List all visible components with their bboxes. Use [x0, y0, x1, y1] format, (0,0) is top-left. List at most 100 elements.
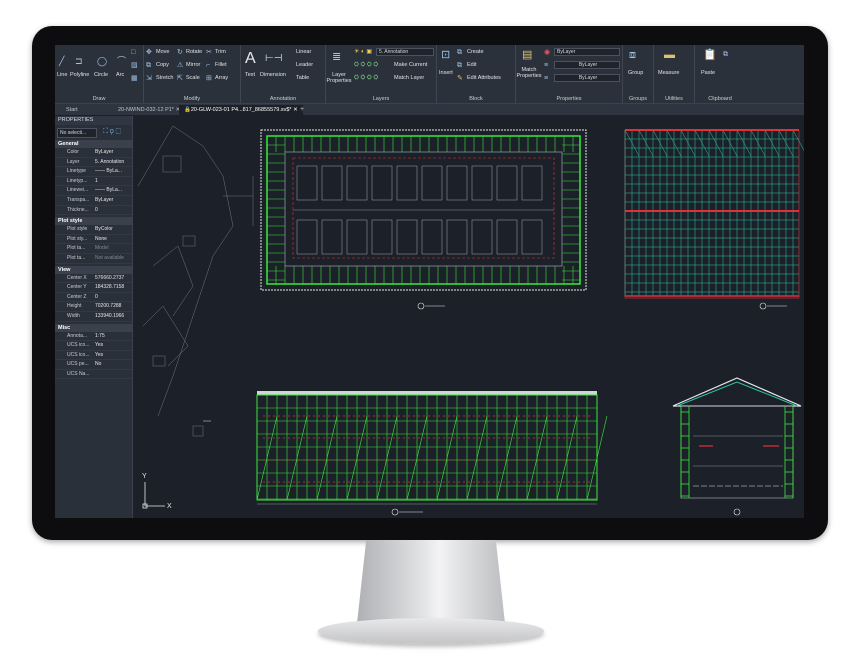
- copy-clip-icon[interactable]: ⧉: [723, 50, 728, 59]
- text-icon[interactable]: A: [245, 51, 256, 67]
- insert-icon[interactable]: ⊡: [441, 50, 450, 61]
- property-value[interactable]: Yes: [95, 351, 131, 360]
- polyline-button[interactable]: Polyline: [70, 72, 89, 78]
- tab-start[interactable]: Start: [61, 105, 83, 115]
- layer-tools-icons-2[interactable]: ⛭ ⛭ ⛭ ⛭: [354, 74, 378, 83]
- property-row[interactable]: Plot style ByColor: [55, 225, 132, 235]
- properties-section-header[interactable]: View: [55, 265, 132, 274]
- rectangle-icon[interactable]: □: [131, 48, 135, 57]
- text-button[interactable]: Text: [245, 72, 255, 78]
- arc-button[interactable]: Arc: [116, 72, 124, 78]
- property-value[interactable]: No: [95, 360, 131, 369]
- modify-panel-title[interactable]: Modify: [144, 96, 240, 102]
- mirror-button[interactable]: Mirror: [186, 62, 200, 68]
- rotate-button[interactable]: Rotate: [186, 49, 202, 55]
- property-row[interactable]: UCS Na...: [55, 370, 132, 380]
- group-icon[interactable]: ⧈: [629, 50, 636, 61]
- properties-section-header[interactable]: Plot style: [55, 217, 132, 226]
- circle-button[interactable]: Circle: [94, 72, 108, 78]
- property-value[interactable]: Yes: [95, 341, 131, 350]
- paste-icon[interactable]: 📋: [703, 50, 717, 61]
- property-row[interactable]: UCS ico... Yes: [55, 341, 132, 351]
- dimension-button[interactable]: Dimension: [260, 72, 286, 78]
- property-value[interactable]: None: [95, 235, 131, 244]
- drawing-canvas[interactable]: Y X: [133, 116, 804, 518]
- layer-properties-label[interactable]: Layer Properties: [326, 72, 352, 84]
- property-row[interactable]: Plot ta... Model: [55, 244, 132, 254]
- property-row[interactable]: Color ByLayer: [55, 148, 132, 158]
- property-value[interactable]: [95, 370, 131, 379]
- leader-button[interactable]: Leader: [296, 62, 313, 68]
- property-row[interactable]: Center Z 0: [55, 293, 132, 303]
- groups-panel-title[interactable]: Groups: [623, 96, 653, 102]
- paste-button[interactable]: Paste: [701, 70, 715, 76]
- property-row[interactable]: Layer 5. Annotation: [55, 158, 132, 168]
- line-button[interactable]: Line: [57, 72, 67, 78]
- property-row[interactable]: Linewei... —— ByLa...: [55, 186, 132, 196]
- properties-section-header[interactable]: Misc: [55, 323, 132, 332]
- properties-ribbon-panel-title[interactable]: Properties: [516, 96, 622, 102]
- trim-button[interactable]: Trim: [215, 49, 226, 55]
- annotation-panel-title[interactable]: Annotation: [241, 96, 325, 102]
- cad-drawing[interactable]: Y X: [133, 116, 804, 518]
- property-row[interactable]: Width 133940.1966: [55, 312, 132, 322]
- property-row[interactable]: Height 70200.7288: [55, 302, 132, 312]
- property-value[interactable]: ByLayer: [95, 196, 131, 205]
- utilities-panel-title[interactable]: Utilities: [654, 96, 694, 102]
- clipboard-panel-title[interactable]: Clipboard: [695, 96, 745, 102]
- property-row[interactable]: Thickne... 0: [55, 206, 132, 216]
- tab-drawing-1[interactable]: 20-NWIND-032-12 P1* ✕: [113, 105, 185, 115]
- edit-attributes-button[interactable]: Edit Attributes: [467, 75, 501, 81]
- layer-tools-icons[interactable]: ⛭ ⛭ ⛭ ⛭: [354, 61, 378, 70]
- circle-icon[interactable]: ◯: [97, 57, 107, 66]
- table-button[interactable]: Table: [296, 75, 309, 81]
- match-properties-icon[interactable]: ▤: [522, 50, 532, 61]
- property-value[interactable]: 0: [95, 293, 131, 302]
- layer-combo[interactable]: 5. Annotation: [376, 48, 434, 56]
- property-value[interactable]: 1:75: [95, 332, 131, 341]
- property-row[interactable]: UCS pe... No: [55, 360, 132, 370]
- edit-block-button[interactable]: Edit: [467, 62, 476, 68]
- property-row[interactable]: Annota... 1:75: [55, 332, 132, 342]
- property-value[interactable]: Model: [95, 244, 131, 253]
- measure-button[interactable]: Measure: [658, 70, 679, 76]
- property-row[interactable]: Center X 576660.2737: [55, 274, 132, 284]
- property-value[interactable]: 576660.2737: [95, 274, 131, 283]
- fillet-button[interactable]: Fillet: [215, 62, 227, 68]
- property-value[interactable]: 184328.7158: [95, 283, 131, 292]
- layer-properties-icon[interactable]: ≣: [332, 52, 341, 63]
- property-value[interactable]: 5. Annotation: [95, 158, 131, 167]
- hatch-icon[interactable]: ▨: [131, 61, 138, 70]
- arc-icon[interactable]: ⌒: [117, 57, 126, 66]
- property-value[interactable]: ByLayer: [95, 148, 131, 157]
- properties-section-header[interactable]: General: [55, 140, 132, 148]
- property-value[interactable]: 133940.1966: [95, 312, 131, 321]
- group-button[interactable]: Group: [628, 70, 643, 76]
- property-value[interactable]: 0: [95, 206, 131, 215]
- property-value[interactable]: Not available: [95, 254, 131, 263]
- property-row[interactable]: Linetype —— ByLa...: [55, 167, 132, 177]
- insert-button[interactable]: Insert: [439, 70, 453, 76]
- lineweight-combo[interactable]: ByLayer: [554, 74, 620, 82]
- linear-button[interactable]: Linear: [296, 49, 311, 55]
- make-current-button[interactable]: Make Current: [394, 62, 427, 68]
- create-block-button[interactable]: Create: [467, 49, 484, 55]
- property-row[interactable]: Center Y 184328.7158: [55, 283, 132, 293]
- property-value[interactable]: —— ByLa...: [95, 167, 131, 176]
- measure-icon[interactable]: ▬: [664, 50, 675, 61]
- draw-panel-title[interactable]: Draw: [55, 96, 143, 102]
- new-tab-button[interactable]: +: [295, 105, 309, 115]
- property-row[interactable]: Transpa... ByLayer: [55, 196, 132, 206]
- linetype-combo[interactable]: ByLayer: [554, 61, 620, 69]
- property-row[interactable]: Plot sty... None: [55, 235, 132, 245]
- property-row[interactable]: Plot ta... Not available: [55, 254, 132, 264]
- stretch-button[interactable]: Stretch: [156, 75, 173, 81]
- property-row[interactable]: Linetyp... 1: [55, 177, 132, 187]
- scale-button[interactable]: Scale: [186, 75, 200, 81]
- block-panel-title[interactable]: Block: [437, 96, 515, 102]
- array-button[interactable]: Array: [215, 75, 228, 81]
- match-layer-button[interactable]: Match Layer: [394, 75, 424, 81]
- property-value[interactable]: —— ByLa...: [95, 186, 131, 195]
- copy-button[interactable]: Copy: [156, 62, 169, 68]
- match-properties-label[interactable]: Match Properties: [516, 67, 542, 79]
